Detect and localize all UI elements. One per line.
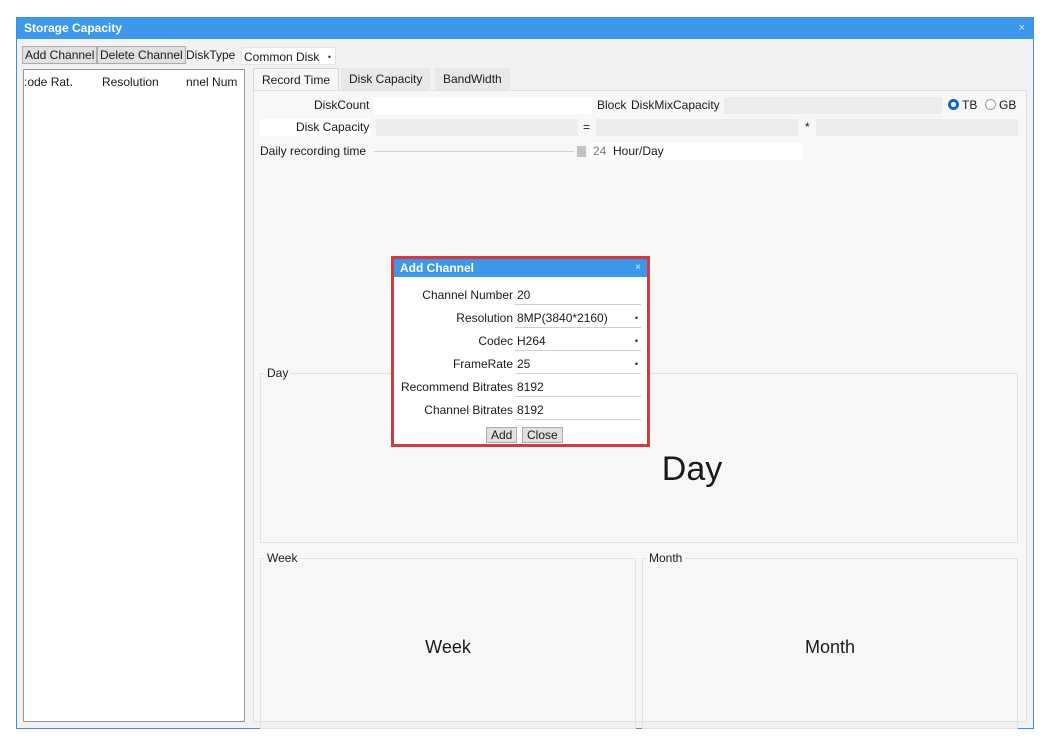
- unit-tb-option[interactable]: TB: [948, 96, 977, 114]
- disk-type-select[interactable]: Common Disk •: [241, 47, 336, 65]
- framerate-label: FrameRate: [452, 357, 513, 371]
- radio-icon: [985, 99, 996, 110]
- resolution-value: 8MP(3840*2160): [517, 311, 608, 325]
- close-icon[interactable]: ×: [1019, 18, 1025, 39]
- channel-bitrates-label: Channel Bitrates: [424, 403, 513, 417]
- dialog-title: Add Channel: [400, 261, 474, 275]
- close-button[interactable]: Close: [522, 427, 563, 443]
- disk-type-value: Common Disk: [244, 50, 320, 64]
- framerate-select[interactable]: 25 •: [515, 355, 641, 374]
- framerate-value: 25: [517, 357, 531, 371]
- disk-capacity-field: [376, 119, 578, 136]
- capacity-result-field: [596, 119, 798, 136]
- radio-selected-icon: [948, 99, 959, 110]
- capacity-factor-field: [816, 119, 1018, 136]
- chevron-down-icon: •: [634, 336, 638, 346]
- slider-thumb[interactable]: [577, 146, 586, 157]
- channel-bitrates-input[interactable]: 8192: [515, 401, 641, 420]
- unit-tb-label: TB: [962, 98, 978, 112]
- dialog-titlebar: Add Channel ×: [394, 259, 647, 277]
- month-chart-label: Month: [804, 637, 856, 657]
- daily-recording-label: Daily recording time: [260, 144, 367, 158]
- codec-select[interactable]: H264 •: [515, 332, 641, 351]
- unit-gb-option[interactable]: GB: [985, 96, 1016, 114]
- column-header-code-rate[interactable]: :ode Rat․: [24, 75, 82, 89]
- channel-number-input[interactable]: 20: [515, 286, 641, 305]
- tab-bandwidth[interactable]: BandWidth: [435, 68, 510, 90]
- daily-recording-unit: Hour/Day: [613, 144, 664, 158]
- week-group: Week Week: [260, 550, 636, 729]
- day-group-title: Day: [264, 365, 292, 381]
- disk-capacity-label: Disk Capacity: [296, 120, 370, 134]
- daily-recording-value: 24: [593, 144, 607, 158]
- week-chart-label: Week: [425, 637, 471, 657]
- codec-value: H264: [517, 334, 546, 348]
- times-sign: *: [805, 120, 810, 134]
- chevron-down-icon: •: [634, 313, 638, 323]
- column-header-resolution[interactable]: Resolution: [102, 75, 182, 89]
- codec-label: Codec: [478, 334, 513, 348]
- week-group-title: Week: [264, 550, 301, 566]
- column-header-channel-num[interactable]: nnel Num: [186, 75, 244, 89]
- unit-gb-label: GB: [999, 98, 1017, 112]
- window-titlebar: Storage Capacity ×: [17, 18, 1033, 39]
- block-label: Block: [597, 98, 627, 112]
- day-chart-label: Day: [661, 450, 723, 488]
- diskmix-capacity-field: [724, 97, 942, 114]
- chevron-down-icon: •: [327, 52, 331, 62]
- tab-record-time[interactable]: Record Time: [253, 68, 340, 90]
- recommend-bitrates-field: 8192: [515, 378, 641, 397]
- daily-recording-slider[interactable]: [374, 151, 574, 152]
- tab-disk-capacity[interactable]: Disk Capacity: [341, 68, 431, 90]
- channel-list[interactable]: :ode Rat․ Resolution nnel Num: [23, 69, 245, 722]
- disk-count-input[interactable]: [374, 97, 592, 114]
- add-channel-dialog: Add Channel × Channel Number 20 Resoluti…: [391, 256, 650, 447]
- resolution-label: Resolution: [456, 311, 513, 325]
- disk-count-label: DiskCount: [314, 98, 370, 112]
- month-group-title: Month: [646, 550, 686, 566]
- add-channel-button[interactable]: Add Channel: [22, 46, 98, 64]
- equals-sign: =: [583, 120, 591, 134]
- delete-channel-button[interactable]: Delete Channel: [97, 46, 186, 64]
- month-group: Month Month: [642, 550, 1018, 729]
- window-title: Storage Capacity: [24, 21, 123, 35]
- recommend-bitrates-label: Recommend Bitrates: [400, 380, 513, 394]
- toolbar: Add Channel Delete Channel DiskType Comm…: [17, 40, 1033, 66]
- resolution-select[interactable]: 8MP(3840*2160) •: [515, 309, 641, 328]
- diskmix-capacity-label: DiskMixCapacity: [631, 98, 720, 112]
- disk-type-label: DiskType: [186, 48, 236, 62]
- add-button[interactable]: Add: [486, 427, 518, 443]
- channel-number-label: Channel Number: [422, 288, 513, 302]
- close-icon[interactable]: ×: [635, 259, 641, 277]
- chevron-down-icon: •: [634, 359, 638, 369]
